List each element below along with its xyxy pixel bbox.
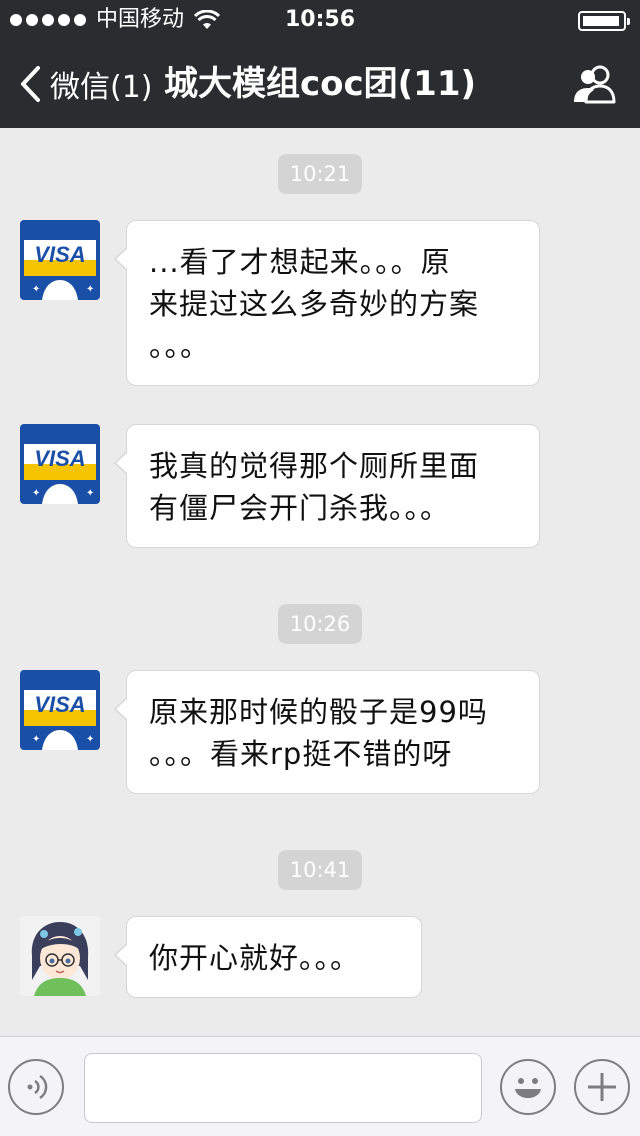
svg-text:✦: ✦ [32, 284, 40, 295]
svg-text:✦: ✦ [32, 734, 40, 745]
message-text: 原来那时候的骰子是99吗 。。。看来rp挺不错的呀 [149, 695, 488, 771]
message-bubble[interactable]: 我真的觉得那个厕所里面 有僵尸会开门杀我。。。 [114, 424, 540, 548]
anime-girl-avatar[interactable] [20, 916, 100, 996]
message-bubble[interactable]: ...看了才想起来。。。原 来提过这么多奇妙的方案 。。。 [114, 220, 540, 386]
voice-input-button[interactable] [8, 1059, 64, 1115]
visa-card-avatar[interactable]: VISA ✦ ✦ [20, 424, 100, 504]
message-text: 你开心就好。。。 [149, 941, 361, 975]
plus-icon [588, 1073, 616, 1101]
message-input[interactable] [84, 1053, 482, 1123]
more-options-button[interactable] [574, 1059, 630, 1115]
visa-logo-text: VISA [34, 692, 85, 717]
svg-text:✦: ✦ [86, 488, 94, 499]
svg-text:✦: ✦ [32, 488, 40, 499]
smiley-icon [515, 1078, 541, 1098]
timestamp-label: 10:41 [278, 850, 362, 890]
timestamp-label: 10:21 [278, 154, 362, 194]
svg-text:✦: ✦ [86, 284, 94, 295]
voice-icon [27, 1074, 48, 1100]
group-members-icon[interactable] [570, 64, 618, 104]
timestamp-label: 10:26 [278, 604, 362, 644]
battery-icon [578, 11, 630, 31]
visa-logo-text: VISA [34, 242, 85, 267]
chat-title: 城大模组coc团(11) [163, 64, 477, 104]
visa-card-avatar[interactable]: VISA ✦ ✦ [20, 220, 100, 300]
chat-message-list[interactable]: 10:21 VISA ✦ ✦ ...看了才想起来。。。原 来提过这么多奇妙的方案… [0, 128, 640, 1036]
navigation-bar: 微信(1) 城大模组coc团(11) [0, 40, 640, 128]
clock: 10:56 [284, 7, 356, 32]
status-bar: 中国移动 10:56 [0, 0, 640, 40]
emoji-button[interactable] [500, 1059, 556, 1115]
visa-card-avatar[interactable]: VISA ✦ ✦ [20, 670, 100, 750]
message-bubble[interactable]: 你开心就好。。。 [114, 916, 422, 998]
svg-text:✦: ✦ [86, 734, 94, 745]
message-text: ...看了才想起来。。。原 来提过这么多奇妙的方案 。。。 [149, 245, 480, 363]
chat-input-bar [0, 1036, 640, 1136]
visa-logo-text: VISA [34, 446, 85, 471]
message-text: 我真的觉得那个厕所里面 有僵尸会开门杀我。。。 [149, 449, 480, 525]
message-bubble[interactable]: 原来那时候的骰子是99吗 。。。看来rp挺不错的呀 [114, 670, 540, 794]
